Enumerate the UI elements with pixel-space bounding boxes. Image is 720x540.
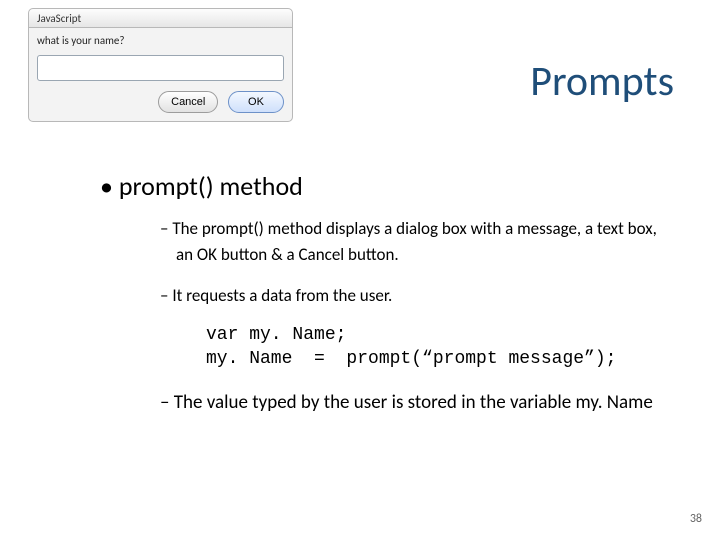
dialog-body: what is your name? Cancel OK	[28, 28, 293, 122]
bullet-l2-3: The value typed by the user is stored in…	[160, 390, 660, 417]
bullet-l2-1: The prompt() method displays a dialog bo…	[160, 216, 660, 269]
slide: JavaScript what is your name? Cancel OK …	[0, 0, 720, 540]
prompt-dialog: JavaScript what is your name? Cancel OK	[28, 8, 293, 122]
bullet-l1: prompt() method	[120, 170, 660, 202]
cancel-button[interactable]: Cancel	[158, 91, 218, 113]
bullet-l2-2: It requests a data from the user.	[160, 283, 660, 309]
dialog-title: JavaScript	[28, 8, 293, 28]
code-line-2: my. Name = prompt(“prompt message”);	[206, 349, 616, 369]
dialog-button-row: Cancel OK	[37, 91, 284, 113]
code-line-1: var my. Name;	[206, 325, 346, 345]
dialog-message: what is your name?	[37, 34, 284, 47]
slide-title: Prompts	[530, 56, 674, 107]
page-number: 38	[690, 512, 702, 526]
ok-button[interactable]: OK	[228, 91, 284, 113]
code-block: var my. Name; my. Name = prompt(“prompt …	[206, 323, 660, 372]
prompt-input[interactable]	[37, 55, 284, 81]
slide-body: prompt() method The prompt() method disp…	[100, 170, 660, 416]
